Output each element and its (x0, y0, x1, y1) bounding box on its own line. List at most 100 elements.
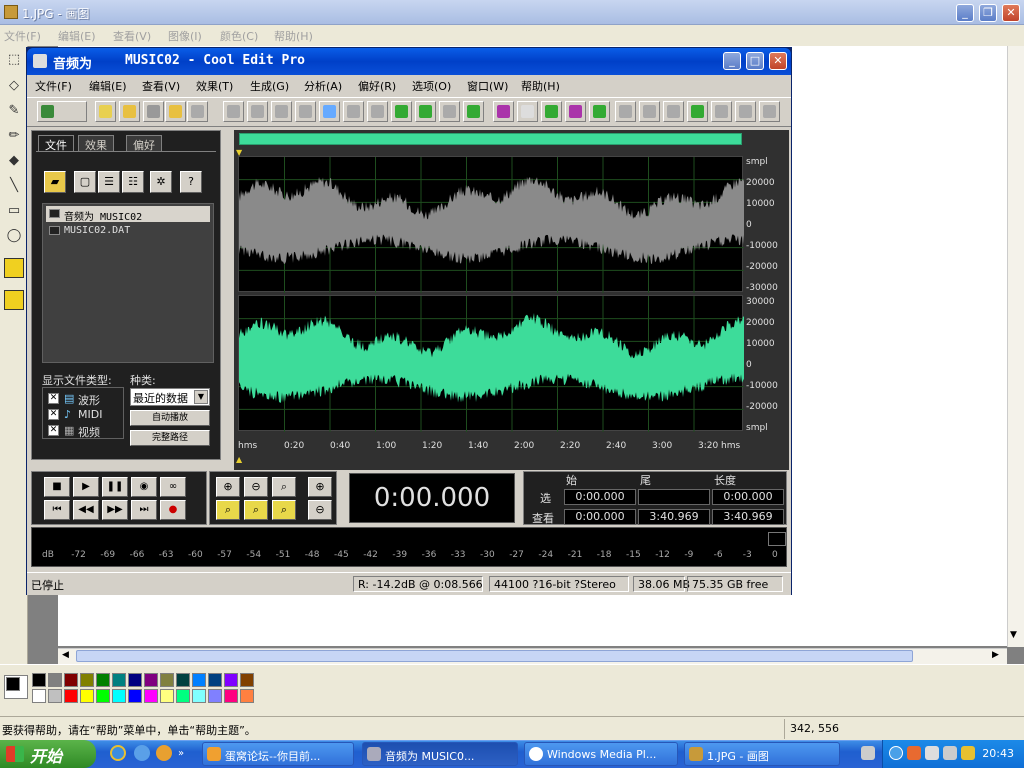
palette-swatch[interactable] (64, 689, 78, 703)
toolbar-button[interactable] (247, 101, 268, 122)
ce-maximize-button[interactable]: □ (746, 52, 764, 70)
toolbar-button[interactable] (143, 101, 164, 122)
full-path-button[interactable]: 完整路径 (130, 430, 210, 446)
security-icon[interactable] (961, 746, 975, 760)
midi-checkbox[interactable]: ✕ (48, 409, 59, 420)
go-to-end-icon[interactable]: ⏭ (131, 500, 157, 520)
scroll-left-icon[interactable]: ◀ (62, 650, 69, 660)
palette-swatch[interactable] (240, 673, 254, 687)
restore-button[interactable]: ❐ (979, 4, 997, 22)
tool-option-icon[interactable] (4, 290, 24, 310)
ce-menu-view[interactable]: 查看(V) (142, 78, 180, 94)
zoom-in-icon[interactable]: ⊕ (216, 477, 240, 497)
task-paint[interactable]: 1.JPG - 画图 (684, 742, 840, 766)
palette-swatch[interactable] (144, 673, 158, 687)
toolbar-button[interactable] (565, 101, 586, 122)
palette-swatch[interactable] (192, 689, 206, 703)
paint-menu-colors[interactable]: 颜色(C) (220, 28, 258, 44)
tray-app-icon[interactable] (907, 746, 921, 760)
record-icon[interactable]: ● (160, 500, 186, 520)
rewind-icon[interactable]: ◀◀ (73, 500, 99, 520)
volume-icon[interactable] (943, 746, 957, 760)
toolbar-button[interactable] (541, 101, 562, 122)
chevron-down-icon[interactable]: ▼ (194, 390, 208, 404)
toolbar-button[interactable] (711, 101, 732, 122)
palette-swatch[interactable] (208, 673, 222, 687)
toolbar-button[interactable] (95, 101, 116, 122)
toolbar-button[interactable] (759, 101, 780, 122)
toolbar-button[interactable] (319, 101, 340, 122)
toolbar-button[interactable] (165, 101, 186, 122)
toolbar-button[interactable] (343, 101, 364, 122)
toolbar-button[interactable] (517, 101, 538, 122)
toolbar-button[interactable] (187, 101, 208, 122)
toolbar-button[interactable] (735, 101, 756, 122)
eraser-icon[interactable]: ◇ (4, 76, 24, 96)
fill-icon[interactable]: ◆ (4, 151, 24, 171)
close-file-icon[interactable]: ▢ (74, 171, 96, 193)
ce-menu-favorites[interactable]: 偏好(R) (358, 78, 396, 94)
selection-begin-field[interactable]: 0:00.000 (564, 489, 636, 505)
overview-bar[interactable] (239, 133, 742, 145)
palette-swatch[interactable] (80, 673, 94, 687)
open-folder-icon[interactable]: ▰ (44, 171, 66, 193)
scroll-down-icon[interactable]: ▼ (1010, 630, 1017, 640)
tool-option-icon[interactable] (4, 258, 24, 278)
keyboard-icon[interactable] (861, 746, 875, 760)
horizontal-scroll-thumb[interactable] (76, 650, 913, 662)
zoom-out-vertical-icon[interactable]: ⊖ (308, 500, 332, 520)
palette-swatch[interactable] (96, 673, 110, 687)
ce-menu-help[interactable]: 帮助(H) (521, 78, 560, 94)
fast-forward-icon[interactable]: ▶▶ (102, 500, 128, 520)
palette-swatch[interactable] (128, 689, 142, 703)
ce-close-button[interactable]: ✕ (769, 52, 787, 70)
palette-swatch[interactable] (144, 689, 158, 703)
toolbar-button[interactable] (391, 101, 412, 122)
palette-swatch[interactable] (32, 689, 46, 703)
waveform-channel-right[interactable] (238, 295, 744, 432)
palette-swatch[interactable] (160, 673, 174, 687)
task-browser[interactable]: 蛋窝论坛--你目前... (202, 742, 354, 766)
internet-explorer-icon[interactable] (110, 745, 126, 761)
palette-swatch[interactable] (192, 673, 206, 687)
go-to-start-icon[interactable]: ⏮ (44, 500, 70, 520)
toolbar-button[interactable] (439, 101, 460, 122)
palette-swatch[interactable] (128, 673, 142, 687)
palette-swatch[interactable] (32, 673, 46, 687)
ellipse-icon[interactable]: ◯ (4, 226, 24, 246)
view-length-field[interactable]: 3:40.969 (712, 509, 784, 525)
kind-select[interactable]: 最近的数据 ▼ (130, 388, 210, 406)
settings-icon[interactable]: ✲ (150, 171, 172, 193)
loop-icon[interactable]: ∞ (160, 477, 186, 497)
tab-effects[interactable]: 效果 (78, 135, 114, 152)
palette-swatch[interactable] (64, 673, 78, 687)
video-checkbox[interactable]: ✕ (48, 425, 59, 436)
zoom-left-icon[interactable]: ⌕ (216, 500, 240, 520)
toolbar-button[interactable] (589, 101, 610, 122)
paint-menu-file[interactable]: 文件(F) (4, 28, 41, 44)
toolbar-button[interactable] (271, 101, 292, 122)
ce-menu-effects[interactable]: 效果(T) (196, 78, 233, 94)
network-icon[interactable] (925, 746, 939, 760)
rectangle-icon[interactable]: ▭ (4, 201, 24, 221)
stop-icon[interactable]: ■ (44, 477, 70, 497)
vertical-scrollbar[interactable]: ▼ (1007, 46, 1024, 647)
toolbar-button[interactable] (367, 101, 388, 122)
paint-menu-view[interactable]: 查看(V) (113, 28, 151, 44)
palette-swatch[interactable] (240, 689, 254, 703)
toolbar-button[interactable] (223, 101, 244, 122)
paint-menu-help[interactable]: 帮助(H) (274, 28, 313, 44)
ce-menu-file[interactable]: 文件(F) (35, 78, 72, 94)
palette-swatch[interactable] (160, 689, 174, 703)
palette-swatch[interactable] (176, 673, 190, 687)
back-arrow-icon[interactable] (889, 746, 903, 760)
pause-icon[interactable]: ❚❚ (102, 477, 128, 497)
color-picker-icon[interactable]: ✎ (4, 101, 24, 121)
wave-checkbox[interactable]: ✕ (48, 393, 59, 404)
task-media-player[interactable]: Windows Media Pl... (524, 742, 678, 766)
ce-menu-analyze[interactable]: 分析(A) (304, 78, 342, 94)
palette-swatch[interactable] (48, 673, 62, 687)
toolbar-button[interactable] (639, 101, 660, 122)
pencil-icon[interactable]: ✏ (4, 126, 24, 146)
list-item[interactable]: MUSIC02.DAT (46, 223, 210, 239)
